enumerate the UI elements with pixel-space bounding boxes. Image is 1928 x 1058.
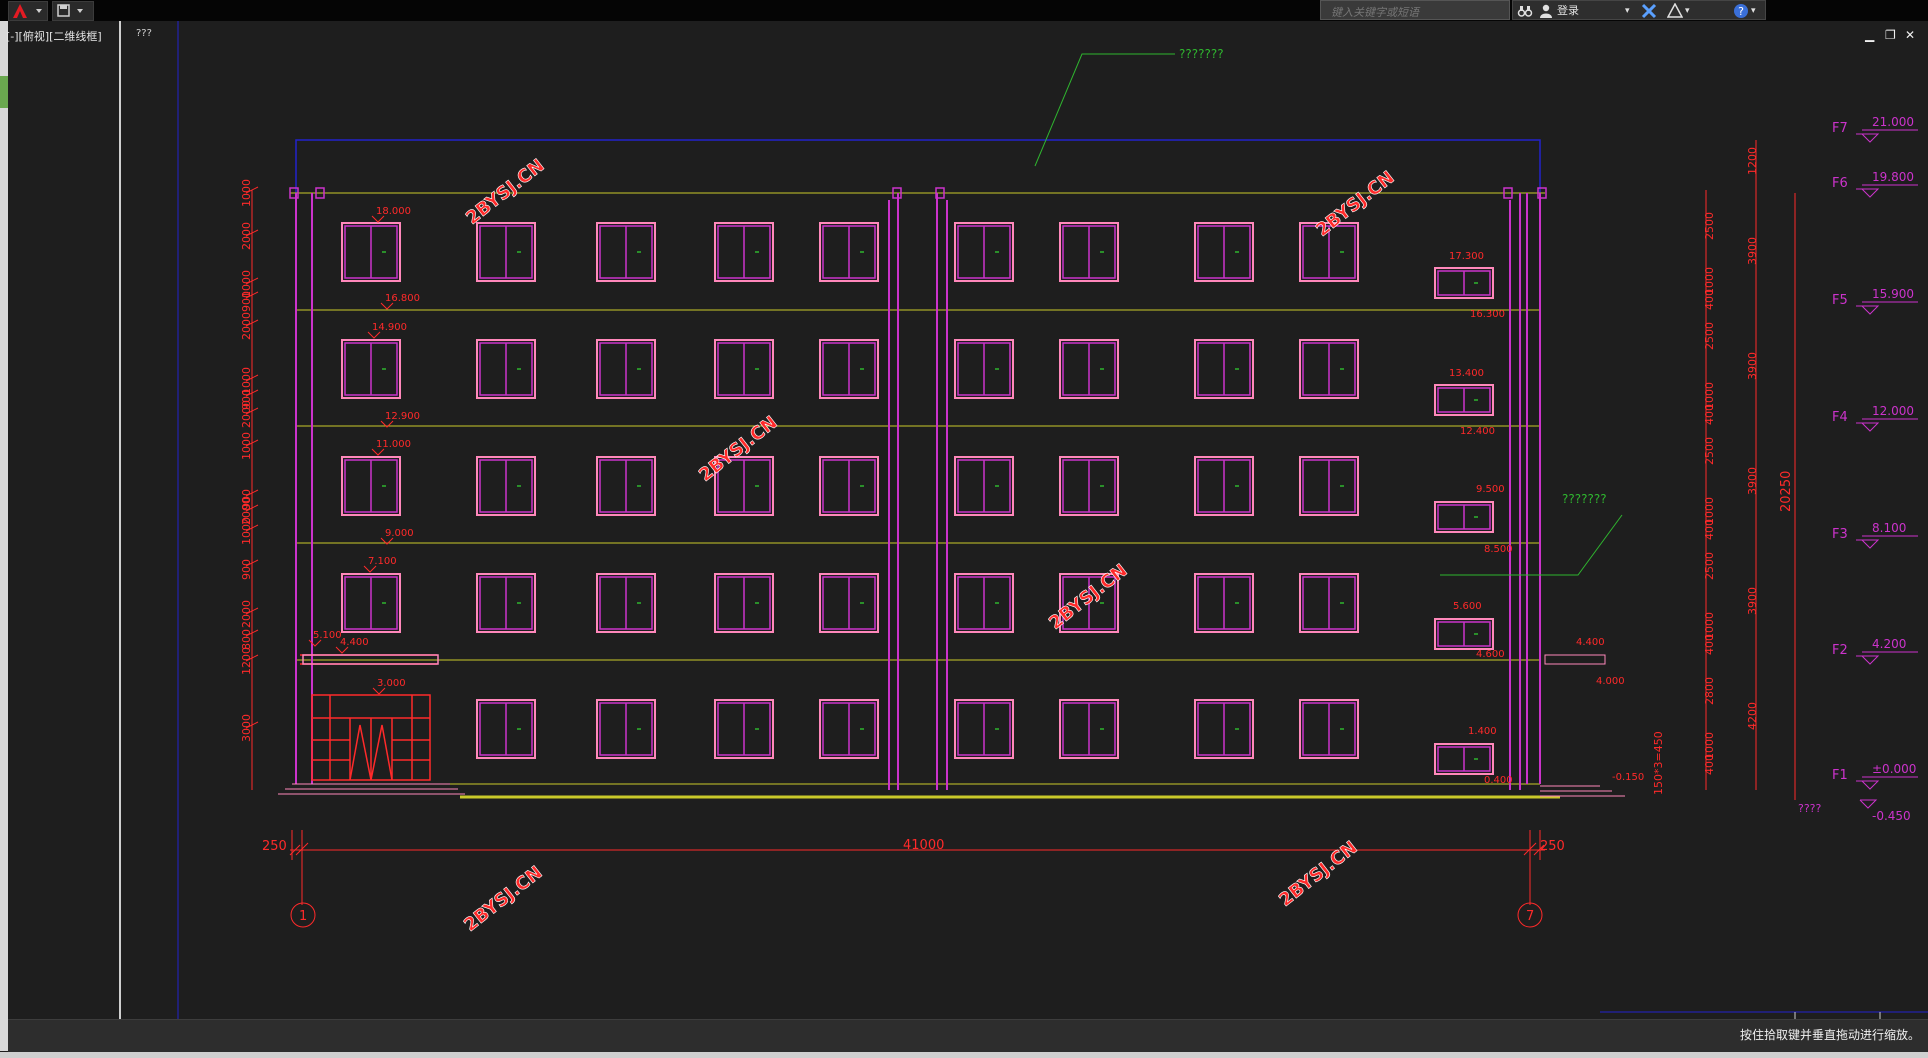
bottom-strip — [0, 1052, 1928, 1058]
right-elevation-mark: 8.500 — [1484, 544, 1513, 555]
axis-label-end: 7 — [1526, 909, 1534, 924]
login-dropdown-icon[interactable]: ▾ — [1625, 3, 1630, 19]
left-elevation-mark: 11.000 — [376, 439, 411, 450]
a360-dropdown-icon[interactable]: ▾ — [1685, 3, 1690, 19]
floor-name: F4 — [1832, 410, 1848, 425]
floor-level: 19.800 — [1872, 170, 1914, 184]
right-dimension-value: 2500 — [1703, 437, 1716, 465]
right-elevation-mark: 13.400 — [1449, 368, 1484, 379]
right-dimension-value: 400 — [1703, 519, 1716, 540]
help-icon[interactable]: ? — [1733, 3, 1749, 19]
ground-text: ???? — [1798, 802, 1822, 815]
left-elevation-mark: 12.900 — [385, 411, 420, 422]
right-dimension-value: 2500 — [1703, 212, 1716, 240]
right-elevation-mark: 4.400 — [1576, 637, 1605, 648]
right-dimension-value: 400 — [1703, 754, 1716, 775]
search-input[interactable] — [1331, 4, 1509, 21]
search-box[interactable] — [1320, 0, 1510, 21]
total-dimension-text: 41000 — [903, 838, 944, 853]
right-elevation-mark: 0.400 — [1484, 775, 1513, 786]
right-elevation-mark: 1.400 — [1468, 726, 1497, 737]
restore-icon[interactable]: ❐ — [1885, 28, 1896, 42]
autocad-logo-icon — [13, 4, 42, 18]
right-dimension-value: 400 — [1703, 289, 1716, 310]
floor-name: F3 — [1832, 527, 1848, 542]
floor-level: 21.000 — [1872, 115, 1914, 129]
floor-name: F7 — [1832, 121, 1848, 136]
right-dimension-value: 3900 — [1746, 237, 1759, 265]
floor-name: F1 — [1832, 768, 1848, 783]
left-dimension-value: 800 — [240, 629, 253, 650]
status-bar — [8, 1019, 1928, 1053]
floor-level: 4.200 — [1872, 637, 1906, 651]
left-elevation-mark: 5.100 — [313, 630, 342, 641]
right-elevation-mark: 4.000 — [1596, 676, 1625, 687]
floor-level: 12.000 — [1872, 404, 1914, 418]
left-elevation-mark: 18.000 — [376, 206, 411, 217]
right-dimension-value: 3900 — [1746, 352, 1759, 380]
floor-level: 15.900 — [1872, 287, 1914, 301]
end-dimension-right: 250 — [1540, 839, 1565, 854]
save-icon[interactable] — [53, 2, 93, 20]
axis-label-start: 1 — [299, 909, 307, 924]
view-cube-label[interactable]: ??? — [136, 28, 152, 39]
left-elevation-mark: 3.000 — [377, 678, 406, 689]
left-elevation-mark: 9.000 — [385, 528, 414, 539]
step-dimension-text: 150*3=450 — [1652, 731, 1665, 795]
end-dimension-left: 250 — [262, 839, 287, 854]
left-dimension-value: 900 — [240, 291, 253, 312]
binoculars-icon[interactable] — [1517, 3, 1533, 19]
right-dimension-value: 3900 — [1746, 587, 1759, 615]
right-elevation-mark: 9.500 — [1476, 484, 1505, 495]
right-elevation-mark: 5.600 — [1453, 601, 1482, 612]
right-dimension-value: 1200 — [1746, 147, 1759, 175]
status-hint-text: 按住拾取键并垂直拖动进行缩放。 — [1739, 1028, 1920, 1042]
svg-text:?: ? — [1738, 5, 1744, 18]
right-elevation-mark: 17.300 — [1449, 251, 1484, 262]
right-elevation-mark: 4.600 — [1476, 649, 1505, 660]
floor-name: F5 — [1832, 293, 1848, 308]
floor-name: F6 — [1832, 176, 1848, 191]
floor-level: 8.100 — [1872, 521, 1906, 535]
title-bar: 登录 ▾ ▾ ? ▾ — [0, 0, 1928, 21]
right-elevation-mark: 16.300 — [1470, 309, 1505, 320]
floor-level: ±0.000 — [1872, 762, 1916, 776]
left-dimension-value: 900 — [240, 559, 253, 580]
right-dimension-value: 4200 — [1746, 702, 1759, 730]
exchange-icon[interactable] — [1641, 3, 1657, 19]
application-menu-button[interactable] — [8, 1, 48, 21]
ground-level-text: -0.450 — [1872, 809, 1911, 823]
help-dropdown-icon[interactable]: ▾ — [1751, 3, 1756, 19]
right-dimension-value: 2500 — [1703, 322, 1716, 350]
login-label[interactable]: 登录 — [1557, 3, 1579, 19]
leader-text-right: ??????? — [1562, 492, 1607, 506]
left-elevation-mark: 7.100 — [368, 556, 397, 567]
right-dimension-value: 2800 — [1703, 677, 1716, 705]
floor-name: F2 — [1832, 643, 1848, 658]
total-height-text: 20250 — [1779, 471, 1794, 512]
viewport-divider — [119, 21, 121, 1020]
quick-access-toolbar[interactable] — [52, 1, 94, 21]
panel-tab[interactable] — [0, 76, 8, 108]
left-elevation-mark: 16.800 — [385, 293, 420, 304]
model-space-drawing[interactable]: ??????? ??????? 41000 250 250 1 7 100020… — [0, 0, 1928, 1058]
right-dimension-value: 2500 — [1703, 552, 1716, 580]
close-icon[interactable]: ✕ — [1905, 28, 1915, 42]
infocenter-toolbar: 登录 ▾ ▾ ? ▾ — [1512, 0, 1766, 20]
left-panel[interactable] — [0, 21, 8, 1051]
right-dimension-value: 400 — [1703, 404, 1716, 425]
left-elevation-mark: 4.400 — [340, 637, 369, 648]
leader-text-top: ??????? — [1179, 47, 1224, 61]
right-dimension-value: 3900 — [1746, 467, 1759, 495]
right-elevation-mark: -0.150 — [1612, 772, 1644, 783]
viewport-controls[interactable]: [-][俯视][二维线框] — [6, 28, 102, 44]
autodesk360-icon[interactable] — [1667, 3, 1683, 19]
right-elevation-mark: 12.400 — [1460, 426, 1495, 437]
minimize-icon[interactable]: ▁ — [1865, 28, 1874, 42]
user-icon[interactable] — [1539, 3, 1553, 19]
right-dimension-value: 400 — [1703, 634, 1716, 655]
left-elevation-mark: 14.900 — [372, 322, 407, 333]
